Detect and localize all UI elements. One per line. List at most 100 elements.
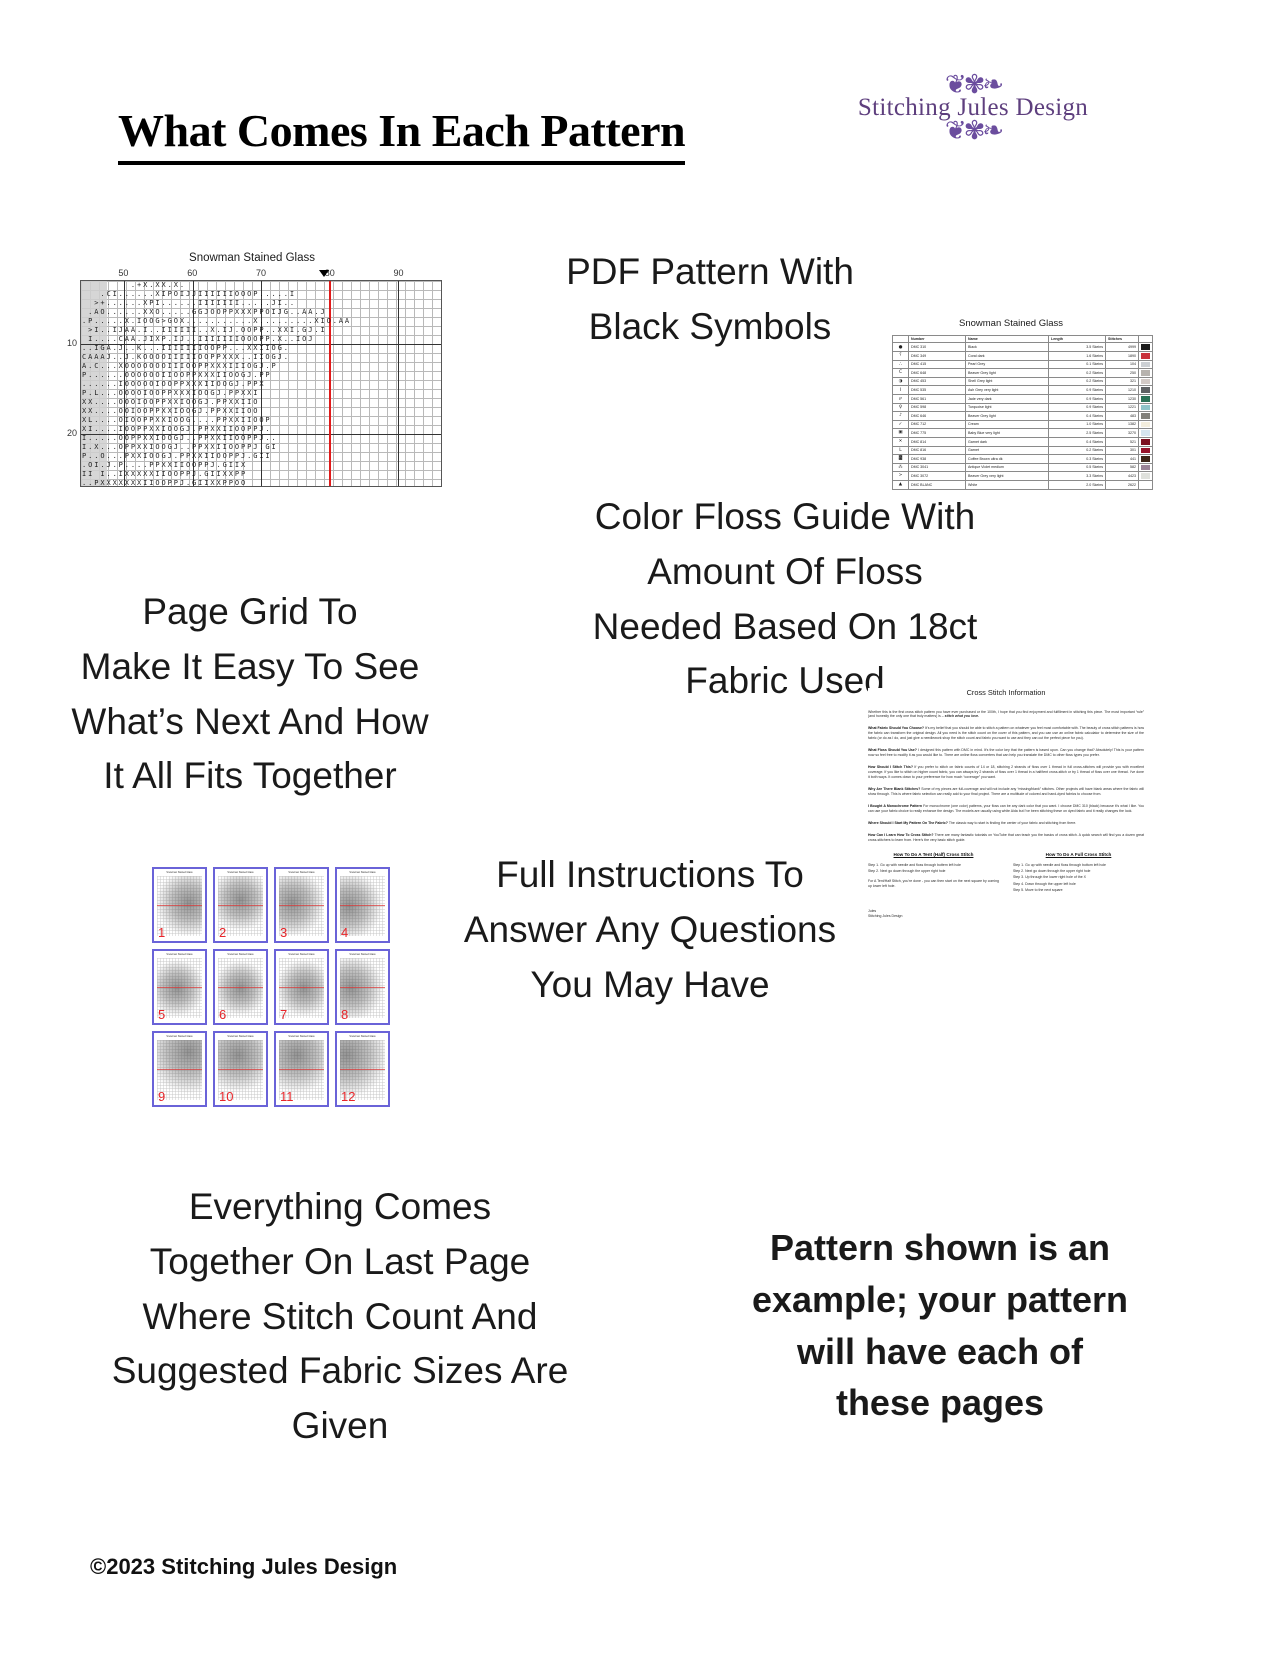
page-thumbnail[interactable]: Snowman Stained Glass 5 xyxy=(152,949,207,1025)
thumbnail-title: Snowman Stained Glass xyxy=(166,871,193,874)
thumbnail-number: 9 xyxy=(158,1089,166,1104)
page-thumbnail[interactable]: Snowman Stained Glass 2 xyxy=(213,867,268,943)
floss-cell-swatch xyxy=(1138,462,1153,473)
floss-cell-number: DMC 349 xyxy=(908,351,966,361)
instructions-section-heading: Where Should I Start My Pattern On The F… xyxy=(868,821,948,826)
floss-row: ♪ DMC 646 Beaver Grey light 0.4 Skeins 483 xyxy=(892,411,1153,421)
page-thumbnail[interactable]: Snowman Stained Glass 10 xyxy=(213,1031,268,1107)
floss-col-length: Length xyxy=(1048,334,1106,344)
page-thumbnail[interactable]: Snowman Stained Glass 8 xyxy=(335,949,390,1025)
floss-guide-preview: Snowman Stained Glass Number Name Length… xyxy=(892,318,1153,490)
floss-row: ▲ DMC BLANC White 2.0 Skeins 2622 xyxy=(892,480,1153,490)
instructions-section-body: The classic way to start is finding the … xyxy=(947,821,1077,826)
page-grid-row: Snowman Stained Glass 5 Snowman Stained Gl… xyxy=(152,949,390,1025)
page-thumbnail[interactable]: Snowman Stained Glass 3 xyxy=(274,867,329,943)
stitch-guide-step: Step 3. Up through the lower right hole … xyxy=(1013,875,1086,880)
thumbnail-center-line xyxy=(157,905,202,906)
floss-cell-symbol: ● xyxy=(892,342,909,353)
floss-cell-length: 2.5 Skeins xyxy=(1048,428,1106,438)
thumbnail-number: 4 xyxy=(341,925,349,940)
instructions-section: What Floss Should You Use? I designed th… xyxy=(868,748,1144,758)
floss-cell-swatch xyxy=(1138,385,1153,396)
floss-row: C DMC 648 Beaver Grey light 0.2 Skeins 250 xyxy=(892,368,1153,378)
stitch-guides: How To Do A Tent (Half) Cross Stitch Ste… xyxy=(868,852,1144,895)
floss-cell-symbol: C xyxy=(892,368,909,378)
thumbnail-center-line xyxy=(340,987,385,988)
floss-cell-length: 3.3 Skeins xyxy=(1048,471,1106,481)
instructions-section-heading: I Bought A Monochrome Pattern xyxy=(868,804,922,809)
floss-cell-swatch xyxy=(1138,454,1153,464)
page-thumbnail[interactable]: Snowman Stained Glass 7 xyxy=(274,949,329,1025)
floss-cell-swatch xyxy=(1138,376,1153,387)
thumbnail-number: 2 xyxy=(219,925,227,940)
floss-cell-swatch xyxy=(1138,445,1153,456)
instructions-signature: Jules Stitching Jules Design xyxy=(868,909,1144,920)
floss-cell-length: 0.9 Skeins xyxy=(1048,394,1106,404)
instructions-section: Where Should I Start My Pattern On The F… xyxy=(868,821,1144,826)
thumbnail-center-line xyxy=(340,1069,385,1070)
floss-cell-stitches: 2622 xyxy=(1105,480,1139,490)
chart-col-label: 60 xyxy=(187,268,198,278)
floss-cell-length: 1.6 Skeins xyxy=(1048,351,1106,361)
floss-cell-symbol: I xyxy=(892,385,909,396)
caption-pdf-pattern: PDF Pattern With Black Symbols xyxy=(566,251,854,347)
color-swatch xyxy=(1141,361,1150,368)
floss-cell-symbol: ⁂ xyxy=(892,462,909,473)
chart-col-label: 50 xyxy=(118,268,129,278)
floss-cell-swatch xyxy=(1138,368,1153,378)
floss-cell-name: Beaver Grey very light xyxy=(965,471,1049,481)
thumbnail-number: 1 xyxy=(158,925,166,940)
page-thumbnail[interactable]: Snowman Stained Glass 9 xyxy=(152,1031,207,1107)
chart-column-labels: 50 60 70 80 90 xyxy=(80,268,442,280)
page-grid-preview: Snowman Stained Glass 1 Snowman Stained Gl… xyxy=(152,867,390,1107)
color-swatch xyxy=(1141,378,1150,385)
instructions-title: Cross Stitch Information xyxy=(966,688,1046,697)
floss-cell-symbol: > xyxy=(892,471,909,481)
floss-cell-number: DMC 561 xyxy=(908,394,966,404)
page-thumbnail[interactable]: Snowman Stained Glass 12 xyxy=(335,1031,390,1107)
color-swatch xyxy=(1141,481,1150,488)
page-thumbnail[interactable]: Snowman Stained Glass 6 xyxy=(213,949,268,1025)
thumbnail-number: 7 xyxy=(280,1007,288,1022)
thumbnail-center-line xyxy=(279,905,324,906)
floss-cell-stitches: 3270 xyxy=(1105,428,1139,438)
pattern-info-page: What Comes In Each Pattern ❦✾❧ Stitching… xyxy=(0,0,1280,1657)
stitch-guide-title: How To Do A Full Cross Stitch xyxy=(1045,851,1112,857)
color-swatch xyxy=(1141,387,1150,394)
pattern-chart-preview: Snowman Stained Glass 50 60 70 80 90 10 … xyxy=(62,252,442,497)
floss-col-swatch xyxy=(1138,334,1153,344)
instructions-intro-emphasis: stitch what you love. xyxy=(944,714,980,719)
floss-table-title: Snowman Stained Glass xyxy=(958,318,1064,329)
chart-symbol-layer: .+X.XX.X. .CI......XIPOIJJIIIIIIOOOP....… xyxy=(82,281,352,487)
stitch-guide-title: How To Do A Tent (Half) Cross Stitch xyxy=(893,851,974,857)
floss-cell-number: DMC 535 xyxy=(908,385,966,396)
chart-row-label: 10 xyxy=(66,338,77,348)
caption-disclaimer: Pattern shown is an example; your pattern… xyxy=(751,1227,1129,1424)
color-swatch xyxy=(1141,344,1150,351)
page-thumbnail[interactable]: Snowman Stained Glass 11 xyxy=(274,1031,329,1107)
color-swatch xyxy=(1141,413,1150,419)
thumbnail-title: Snowman Stained Glass xyxy=(227,1035,254,1038)
page-thumbnail[interactable]: Snowman Stained Glass 4 xyxy=(335,867,390,943)
thumbnail-title: Snowman Stained Glass xyxy=(166,953,193,956)
thumbnail-number: 12 xyxy=(341,1089,356,1104)
instructions-intro: Whether this is the first cross stitch p… xyxy=(868,710,1144,720)
stitch-guide-note: For A Tent/Half Stitch, you’re done - yo… xyxy=(868,878,999,888)
floss-cell-name: Garnet xyxy=(965,445,1049,456)
chart-row-label: 20 xyxy=(66,428,77,438)
color-swatch xyxy=(1141,370,1150,376)
floss-cell-stitches: 104 xyxy=(1105,359,1139,370)
floss-cell-name: Antique Violet medium xyxy=(965,462,1049,473)
floss-cell-number: DMC 938 xyxy=(908,454,966,464)
floss-cell-stitches: 1230 xyxy=(1105,394,1139,404)
floss-cell-length: 0.2 Skeins xyxy=(1048,445,1106,456)
floss-cell-number: DMC 3041 xyxy=(908,462,966,473)
floss-row: ▣ DMC 775 Baby Blue very light 2.5 Skeins 32… xyxy=(892,428,1153,438)
page-thumbnail[interactable]: Snowman Stained Glass 1 xyxy=(152,867,207,943)
floss-row: L DMC 816 Garnet 0.2 Skeins 301 xyxy=(892,445,1153,456)
floss-cell-stitches: 4423 xyxy=(1105,471,1139,481)
instructions-sections: What Fabric Should You Choose? It’s my b… xyxy=(868,726,1144,843)
caption-full-instructions: Full Instructions To Answer Any Questions… xyxy=(463,854,837,1005)
floss-cell-stitches: 521 xyxy=(1105,437,1139,447)
instructions-preview: Cross Stitch Information Whether this is… xyxy=(868,688,1144,1108)
